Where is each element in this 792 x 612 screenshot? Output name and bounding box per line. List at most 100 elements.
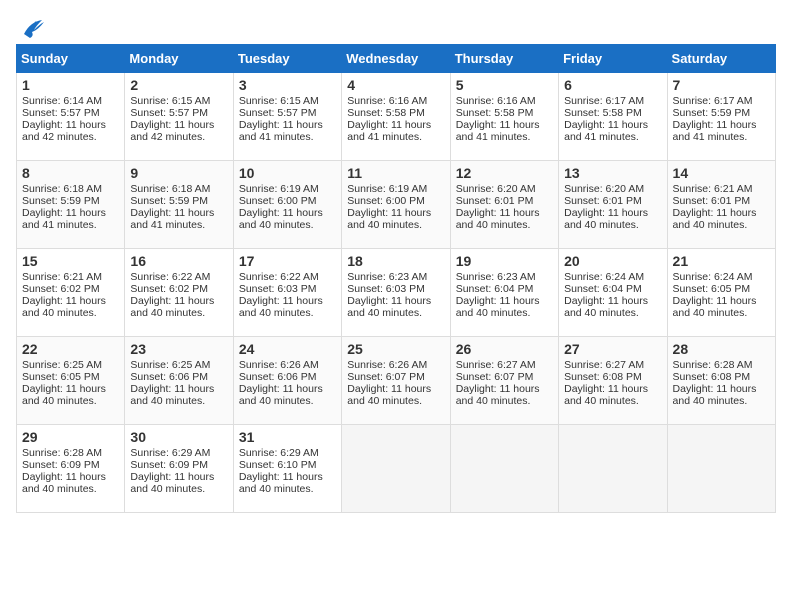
calendar-cell	[342, 425, 450, 513]
day-number: 11	[347, 165, 444, 181]
day-number: 3	[239, 77, 336, 93]
day-info-line: Sunset: 6:08 PM	[673, 371, 770, 383]
day-number: 21	[673, 253, 770, 269]
day-info-line: and 40 minutes.	[456, 395, 553, 407]
col-header-wednesday: Wednesday	[342, 45, 450, 73]
day-info-line: Sunrise: 6:26 AM	[239, 359, 336, 371]
day-info-line: Daylight: 11 hours	[22, 383, 119, 395]
calendar-cell	[559, 425, 667, 513]
day-number: 8	[22, 165, 119, 181]
day-info-line: Sunrise: 6:21 AM	[22, 271, 119, 283]
day-info-line: Daylight: 11 hours	[564, 119, 661, 131]
day-info-line: Daylight: 11 hours	[22, 207, 119, 219]
calendar-cell: 19Sunrise: 6:23 AMSunset: 6:04 PMDayligh…	[450, 249, 558, 337]
calendar-cell: 3Sunrise: 6:15 AMSunset: 5:57 PMDaylight…	[233, 73, 341, 161]
day-number: 22	[22, 341, 119, 357]
day-info-line: Daylight: 11 hours	[130, 471, 227, 483]
calendar-cell: 27Sunrise: 6:27 AMSunset: 6:08 PMDayligh…	[559, 337, 667, 425]
day-info-line: and 40 minutes.	[22, 483, 119, 495]
logo	[16, 16, 48, 38]
day-info-line: and 40 minutes.	[456, 219, 553, 231]
day-info-line: Sunset: 6:08 PM	[564, 371, 661, 383]
day-info-line: Sunset: 6:00 PM	[239, 195, 336, 207]
day-number: 27	[564, 341, 661, 357]
calendar-cell: 13Sunrise: 6:20 AMSunset: 6:01 PMDayligh…	[559, 161, 667, 249]
day-info-line: Sunrise: 6:21 AM	[673, 183, 770, 195]
calendar-cell: 20Sunrise: 6:24 AMSunset: 6:04 PMDayligh…	[559, 249, 667, 337]
day-number: 19	[456, 253, 553, 269]
day-number: 12	[456, 165, 553, 181]
day-info-line: Sunrise: 6:16 AM	[347, 95, 444, 107]
calendar-cell: 9Sunrise: 6:18 AMSunset: 5:59 PMDaylight…	[125, 161, 233, 249]
col-header-sunday: Sunday	[17, 45, 125, 73]
day-info-line: Sunset: 5:57 PM	[22, 107, 119, 119]
calendar-cell	[667, 425, 775, 513]
calendar-table: SundayMondayTuesdayWednesdayThursdayFrid…	[16, 44, 776, 513]
col-header-thursday: Thursday	[450, 45, 558, 73]
day-info-line: and 40 minutes.	[347, 219, 444, 231]
day-number: 30	[130, 429, 227, 445]
day-info-line: and 40 minutes.	[130, 483, 227, 495]
day-number: 14	[673, 165, 770, 181]
day-info-line: Daylight: 11 hours	[673, 119, 770, 131]
day-info-line: Sunset: 6:09 PM	[22, 459, 119, 471]
day-info-line: Sunrise: 6:18 AM	[22, 183, 119, 195]
day-info-line: Sunrise: 6:17 AM	[564, 95, 661, 107]
week-row-2: 8Sunrise: 6:18 AMSunset: 5:59 PMDaylight…	[17, 161, 776, 249]
day-info-line: Sunset: 5:58 PM	[456, 107, 553, 119]
day-info-line: Daylight: 11 hours	[22, 119, 119, 131]
day-number: 16	[130, 253, 227, 269]
calendar-cell: 30Sunrise: 6:29 AMSunset: 6:09 PMDayligh…	[125, 425, 233, 513]
day-info-line: Sunset: 5:58 PM	[564, 107, 661, 119]
day-info-line: and 41 minutes.	[564, 131, 661, 143]
calendar-cell: 2Sunrise: 6:15 AMSunset: 5:57 PMDaylight…	[125, 73, 233, 161]
day-info-line: Sunset: 6:02 PM	[22, 283, 119, 295]
logo-bird-icon	[16, 16, 44, 38]
day-info-line: Sunrise: 6:14 AM	[22, 95, 119, 107]
day-info-line: Daylight: 11 hours	[564, 295, 661, 307]
day-info-line: Sunset: 6:04 PM	[456, 283, 553, 295]
day-info-line: Daylight: 11 hours	[130, 119, 227, 131]
day-info-line: Sunset: 6:03 PM	[347, 283, 444, 295]
calendar-cell: 29Sunrise: 6:28 AMSunset: 6:09 PMDayligh…	[17, 425, 125, 513]
day-number: 18	[347, 253, 444, 269]
calendar-cell: 26Sunrise: 6:27 AMSunset: 6:07 PMDayligh…	[450, 337, 558, 425]
day-info-line: Sunset: 6:10 PM	[239, 459, 336, 471]
day-info-line: and 40 minutes.	[239, 483, 336, 495]
calendar-cell: 24Sunrise: 6:26 AMSunset: 6:06 PMDayligh…	[233, 337, 341, 425]
day-info-line: and 41 minutes.	[347, 131, 444, 143]
day-info-line: and 40 minutes.	[347, 395, 444, 407]
calendar-cell: 18Sunrise: 6:23 AMSunset: 6:03 PMDayligh…	[342, 249, 450, 337]
day-info-line: Sunrise: 6:18 AM	[130, 183, 227, 195]
calendar-cell: 5Sunrise: 6:16 AMSunset: 5:58 PMDaylight…	[450, 73, 558, 161]
day-info-line: Sunset: 6:02 PM	[130, 283, 227, 295]
calendar-cell: 16Sunrise: 6:22 AMSunset: 6:02 PMDayligh…	[125, 249, 233, 337]
week-row-1: 1Sunrise: 6:14 AMSunset: 5:57 PMDaylight…	[17, 73, 776, 161]
day-info-line: Sunset: 6:09 PM	[130, 459, 227, 471]
day-info-line: Daylight: 11 hours	[456, 119, 553, 131]
day-number: 25	[347, 341, 444, 357]
day-info-line: and 40 minutes.	[564, 219, 661, 231]
day-info-line: Daylight: 11 hours	[673, 207, 770, 219]
day-info-line: Sunrise: 6:27 AM	[456, 359, 553, 371]
day-info-line: Sunrise: 6:29 AM	[239, 447, 336, 459]
calendar-cell	[450, 425, 558, 513]
day-info-line: Sunrise: 6:24 AM	[673, 271, 770, 283]
calendar-cell: 22Sunrise: 6:25 AMSunset: 6:05 PMDayligh…	[17, 337, 125, 425]
day-info-line: Sunset: 5:59 PM	[22, 195, 119, 207]
day-info-line: and 40 minutes.	[564, 395, 661, 407]
day-info-line: Sunset: 5:58 PM	[347, 107, 444, 119]
day-info-line: and 40 minutes.	[673, 219, 770, 231]
day-info-line: Sunset: 5:59 PM	[673, 107, 770, 119]
day-info-line: Sunrise: 6:19 AM	[347, 183, 444, 195]
day-number: 7	[673, 77, 770, 93]
day-info-line: Daylight: 11 hours	[564, 383, 661, 395]
day-info-line: Sunrise: 6:23 AM	[347, 271, 444, 283]
day-info-line: and 42 minutes.	[130, 131, 227, 143]
day-info-line: Sunset: 6:00 PM	[347, 195, 444, 207]
day-info-line: and 41 minutes.	[22, 219, 119, 231]
calendar-cell: 25Sunrise: 6:26 AMSunset: 6:07 PMDayligh…	[342, 337, 450, 425]
day-info-line: Sunrise: 6:20 AM	[456, 183, 553, 195]
day-number: 5	[456, 77, 553, 93]
day-info-line: Sunset: 5:57 PM	[130, 107, 227, 119]
